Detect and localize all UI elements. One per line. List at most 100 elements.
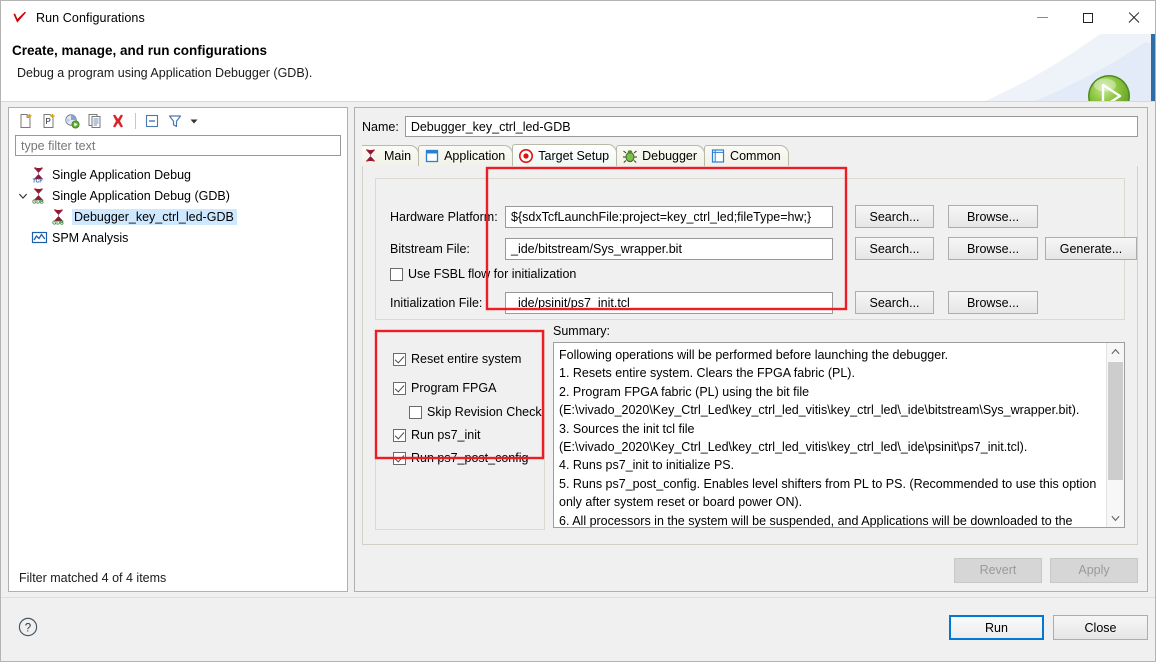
bitstream-file-browse-button[interactable]: Browse... <box>948 237 1038 260</box>
filter-icon[interactable] <box>164 110 186 131</box>
delete-icon[interactable] <box>107 110 129 131</box>
duplicate-icon[interactable] <box>84 110 106 131</box>
configurations-tree[interactable]: TCF Single Application Debug GDB Single … <box>9 160 347 563</box>
close-button[interactable] <box>1110 1 1155 34</box>
minimize-icon <box>1037 17 1048 18</box>
scrollbar-thumb[interactable] <box>1108 362 1123 480</box>
tab-label: Application <box>444 149 506 163</box>
view-menu-chevron-icon[interactable] <box>187 111 200 131</box>
svg-text:TCF: TCF <box>33 179 43 184</box>
hardware-platform-search-button[interactable]: Search... <box>855 205 934 228</box>
initialization-file-search-button[interactable]: Search... <box>855 291 934 314</box>
page-title: Create, manage, and run configurations <box>12 43 268 58</box>
run-ps7-post-config-checkbox[interactable]: Run ps7_post_config <box>393 451 528 465</box>
tree-item-single-application-debug-gdb[interactable]: GDB Single Application Debug (GDB) <box>9 185 347 206</box>
configurations-toolbar: P <box>9 108 347 133</box>
initialization-file-browse-button[interactable]: Browse... <box>948 291 1038 314</box>
debugger-tab-icon <box>623 150 638 163</box>
hardware-platform-browse-button[interactable]: Browse... <box>948 205 1038 228</box>
new-launch-configuration-icon[interactable] <box>15 110 37 131</box>
checkbox-box <box>393 428 406 442</box>
tab-application[interactable]: Application <box>418 145 514 166</box>
bitstream-file-input[interactable]: _ide/bitstream/Sys_wrapper.bit <box>505 237 833 260</box>
scroll-down-icon[interactable] <box>1107 510 1124 527</box>
bitstream-generate-button[interactable]: Generate... <box>1045 237 1137 260</box>
use-fsbl-checkbox[interactable]: Use FSBL flow for initialization <box>390 267 576 281</box>
help-question-icon[interactable]: ? <box>18 617 38 637</box>
page-subtitle: Debug a program using Application Debugg… <box>17 66 313 80</box>
tab-strip: Main Application Target Setup Debugger C… <box>362 144 1138 167</box>
main-tab-icon <box>366 149 375 162</box>
scroll-up-icon[interactable] <box>1107 343 1124 360</box>
checkbox-box <box>409 405 422 419</box>
hardware-platform-input[interactable]: ${sdxTcfLaunchFile:project=key_ctrl_led;… <box>505 205 833 228</box>
revert-button[interactable]: Revert <box>954 557 1042 583</box>
tree-item-label: Single Application Debug <box>52 167 191 182</box>
tree-item-debugger-key-ctrl-led-gdb[interactable]: GDB Debugger_key_ctrl_led-GDB <box>9 206 347 227</box>
close-button-footer[interactable]: Close <box>1053 615 1148 640</box>
green-run-arrow-icon <box>1088 75 1130 101</box>
launch-configurations-panel: P type filter text TCF Single Applicatio… <box>8 107 348 592</box>
maximize-icon <box>1082 12 1093 23</box>
skip-revision-check-checkbox[interactable]: Skip Revision Check <box>409 405 542 419</box>
run-ps7-init-checkbox[interactable]: Run ps7_init <box>393 428 481 442</box>
tcf-debug-icon: TCF <box>33 167 43 184</box>
tab-label: Debugger <box>642 149 698 163</box>
reset-entire-system-checkbox[interactable]: Reset entire system <box>393 352 521 366</box>
reset-entire-system-label: Reset entire system <box>411 352 522 366</box>
title-bar: Run Configurations <box>1 1 1155 34</box>
name-label: Name: <box>362 119 399 134</box>
chevron-down-icon[interactable] <box>15 188 31 204</box>
svg-text:?: ? <box>25 622 31 634</box>
bitstream-file-label: Bitstream File: <box>390 241 470 256</box>
tab-debugger[interactable]: Debugger <box>616 145 706 166</box>
svg-text:P: P <box>46 117 51 126</box>
configuration-editor-panel: Name: Debugger_key_ctrl_led-GDB Main App… <box>354 107 1148 592</box>
bitstream-file-value: _ide/bitstream/Sys_wrapper.bit <box>511 241 682 256</box>
tab-common[interactable]: Common <box>704 145 789 166</box>
hardware-platform-label: Hardware Platform: <box>390 209 498 224</box>
run-button[interactable]: Run <box>949 615 1044 640</box>
dialog-header: Create, manage, and run configurations D… <box>1 34 1155 102</box>
boot-options-group: Reset entire system Program FPGA Skip Re… <box>375 330 545 530</box>
bitstream-file-row: Bitstream File: _ide/bitstream/Sys_wrapp… <box>390 237 1137 260</box>
program-fpga-checkbox[interactable]: Program FPGA <box>393 381 496 395</box>
initialization-file-input[interactable]: _ide/psinit/ps7_init.tcl <box>505 291 833 314</box>
initialization-file-value: _ide/psinit/ps7_init.tcl <box>511 295 630 310</box>
toolbar-separator <box>135 112 136 129</box>
checkbox-box <box>393 381 406 395</box>
summary-text-area[interactable]: Following operations will be performed b… <box>553 342 1125 528</box>
tab-main[interactable]: Main <box>362 145 420 166</box>
use-fsbl-label: Use FSBL flow for initialization <box>408 267 577 281</box>
svg-text:GDB: GDB <box>32 200 44 205</box>
hardware-platform-value: ${sdxTcfLaunchFile:project=key_ctrl_led;… <box>511 209 812 224</box>
minimize-button[interactable] <box>1020 1 1065 34</box>
filter-input[interactable]: type filter text <box>15 135 341 156</box>
tree-item-single-application-debug[interactable]: TCF Single Application Debug <box>9 164 347 185</box>
checkbox-box <box>393 451 406 465</box>
initialization-file-label: Initialization File: <box>390 295 483 310</box>
tab-target-setup[interactable]: Target Setup <box>512 144 618 166</box>
tree-item-label: SPM Analysis <box>52 230 129 245</box>
maximize-button[interactable] <box>1065 1 1110 34</box>
collapse-all-icon[interactable] <box>141 110 163 131</box>
bitstream-file-search-button[interactable]: Search... <box>855 237 934 260</box>
summary-group: Summary: Following operations will be pe… <box>553 324 1125 528</box>
configuration-name-input[interactable]: Debugger_key_ctrl_led-GDB <box>404 116 1138 137</box>
apply-button[interactable]: Apply <box>1050 557 1138 583</box>
initialization-file-row: Initialization File: _ide/psinit/ps7_ini… <box>390 291 1038 314</box>
summary-label: Summary: <box>553 324 610 338</box>
files-group: Hardware Platform: ${sdxTcfLaunchFile:pr… <box>375 178 1137 320</box>
run-ps7-init-label: Run ps7_init <box>411 428 481 442</box>
summary-scrollbar[interactable] <box>1106 343 1124 527</box>
revert-apply-row: Revert Apply <box>362 557 1138 583</box>
tree-item-label: Single Application Debug (GDB) <box>52 188 230 203</box>
checkbox-box <box>393 352 406 366</box>
tree-item-spm-analysis[interactable]: SPM Analysis <box>9 227 347 248</box>
export-launch-configuration-icon[interactable] <box>61 110 83 131</box>
window-controls <box>1020 1 1155 34</box>
vitis-checkmark-icon <box>13 11 27 23</box>
new-prototype-icon[interactable]: P <box>38 110 60 131</box>
tab-label: Target Setup <box>538 148 610 163</box>
configuration-name-value: Debugger_key_ctrl_led-GDB <box>410 119 571 134</box>
